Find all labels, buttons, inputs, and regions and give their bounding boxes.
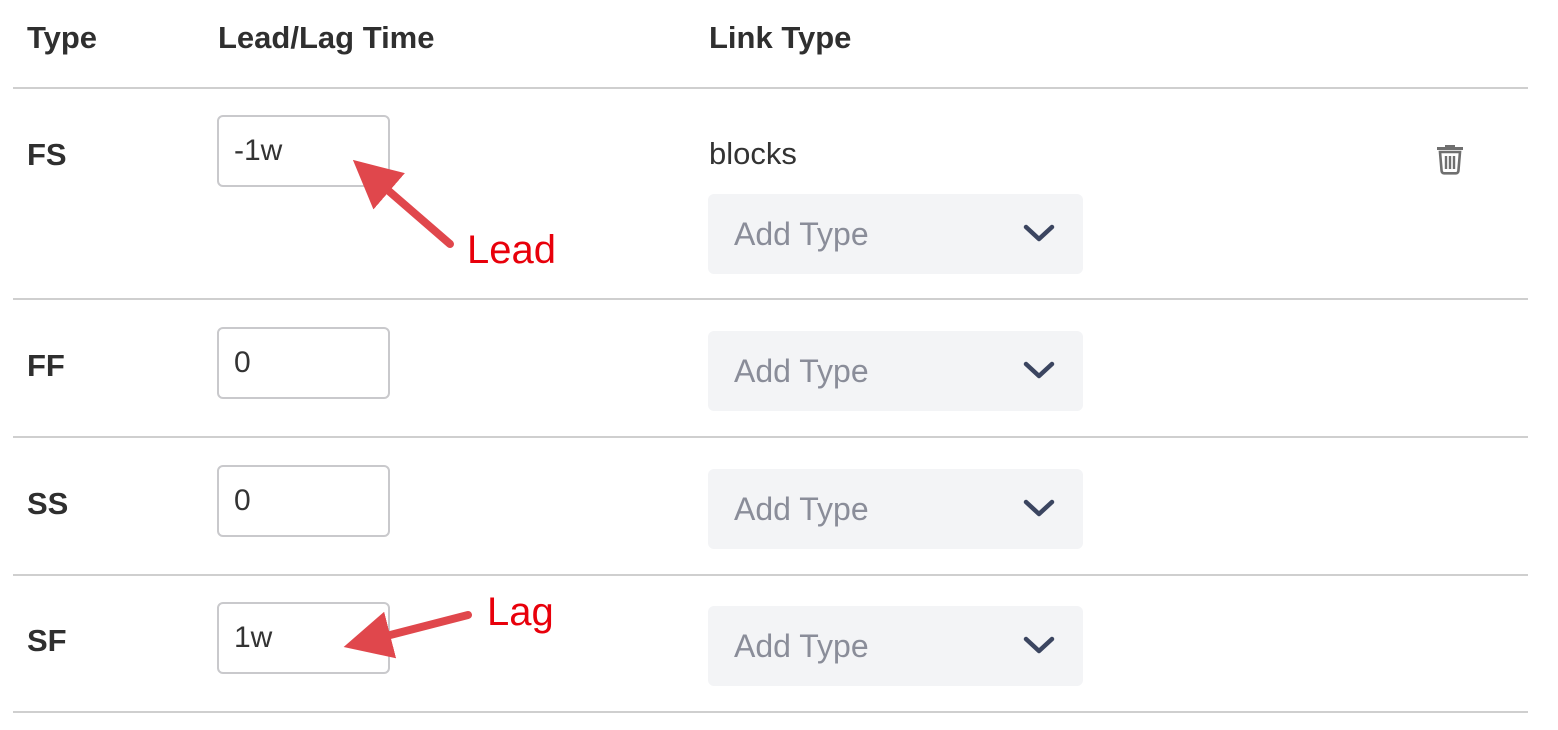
lead-lag-input-fs[interactable] bbox=[217, 115, 390, 187]
row-type-sf: SF bbox=[27, 623, 67, 658]
bottom-divider bbox=[13, 711, 1528, 713]
lead-lag-input-ss[interactable] bbox=[217, 465, 390, 537]
chevron-down-icon bbox=[1023, 499, 1055, 517]
column-header-type: Type bbox=[27, 20, 98, 55]
link-type-select-ff[interactable]: Add Type bbox=[708, 331, 1083, 411]
row-divider bbox=[13, 436, 1528, 438]
lead-annotation-label: Lead bbox=[467, 228, 556, 272]
select-placeholder: Add Type bbox=[734, 216, 869, 252]
row-type-ss: SS bbox=[27, 486, 69, 521]
lead-lag-input-ff[interactable] bbox=[217, 327, 390, 399]
row-divider bbox=[13, 574, 1528, 576]
chevron-down-icon bbox=[1023, 361, 1055, 379]
row-type-ff: FF bbox=[27, 348, 65, 383]
link-dependencies-table: Type Lead/Lag Time Link Type FS blocks A… bbox=[0, 0, 1558, 730]
trash-icon[interactable] bbox=[1434, 141, 1466, 175]
link-type-select-ss[interactable]: Add Type bbox=[708, 469, 1083, 549]
link-type-select-sf[interactable]: Add Type bbox=[708, 606, 1083, 686]
column-header-lead-lag-time: Lead/Lag Time bbox=[218, 20, 435, 55]
select-placeholder: Add Type bbox=[734, 628, 869, 664]
header-divider bbox=[13, 87, 1528, 89]
link-type-select-fs[interactable]: Add Type bbox=[708, 194, 1083, 274]
column-header-link-type: Link Type bbox=[709, 20, 852, 55]
select-placeholder: Add Type bbox=[734, 353, 869, 389]
lead-lag-input-sf[interactable] bbox=[217, 602, 390, 674]
row-divider bbox=[13, 298, 1528, 300]
link-type-value: blocks bbox=[709, 136, 797, 171]
chevron-down-icon bbox=[1023, 224, 1055, 242]
select-placeholder: Add Type bbox=[734, 491, 869, 527]
chevron-down-icon bbox=[1023, 636, 1055, 654]
row-type-fs: FS bbox=[27, 137, 67, 172]
lag-annotation-label: Lag bbox=[487, 590, 554, 634]
